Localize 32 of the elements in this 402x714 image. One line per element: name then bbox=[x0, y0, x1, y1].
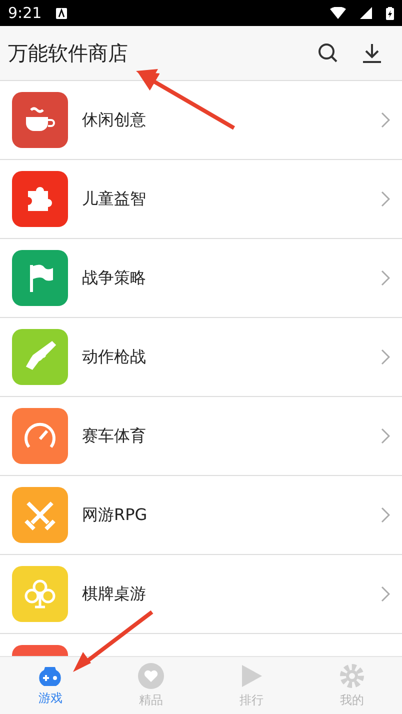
chevron-icon bbox=[381, 191, 390, 207]
category-row[interactable]: 战争策略 bbox=[0, 239, 402, 318]
category-name: 棋牌桌游 bbox=[82, 584, 147, 604]
category-name: 儿童益智 bbox=[82, 188, 147, 210]
wifi-icon bbox=[330, 7, 346, 19]
signal-icon bbox=[360, 7, 372, 19]
chevron-icon bbox=[381, 112, 390, 128]
club-icon bbox=[23, 577, 57, 611]
app-title: 万能软件商店 bbox=[8, 40, 129, 66]
status-time: 9:21 bbox=[8, 4, 42, 22]
chevron-icon bbox=[381, 507, 390, 523]
category-row[interactable]: 棋牌桌游 bbox=[0, 555, 402, 634]
chevron-icon bbox=[381, 270, 390, 286]
chevron-icon bbox=[381, 428, 390, 444]
chevron-icon bbox=[381, 586, 390, 602]
category-row[interactable]: 休闲创意 bbox=[0, 81, 402, 160]
search-icon bbox=[317, 42, 339, 64]
notification-icon bbox=[56, 8, 67, 18]
category-row[interactable]: 动作枪战 bbox=[0, 318, 402, 397]
gear-icon bbox=[338, 662, 365, 688]
category-row[interactable]: 赛车体育 bbox=[0, 397, 402, 476]
category-row[interactable]: 儿童益智 bbox=[0, 160, 402, 239]
category-name: 休闲创意 bbox=[82, 110, 147, 130]
category-name: 动作枪战 bbox=[82, 346, 147, 368]
category-row[interactable]: 网游RPG bbox=[0, 476, 402, 555]
category-name: 网游RPG bbox=[82, 504, 148, 526]
nav-tab[interactable]: 游戏 bbox=[0, 657, 100, 714]
category-name: 战争策略 bbox=[82, 268, 147, 288]
category-name: 赛车体育 bbox=[82, 426, 147, 446]
battery-icon bbox=[386, 6, 394, 20]
download-icon bbox=[361, 42, 383, 64]
chevron-icon bbox=[381, 349, 390, 365]
